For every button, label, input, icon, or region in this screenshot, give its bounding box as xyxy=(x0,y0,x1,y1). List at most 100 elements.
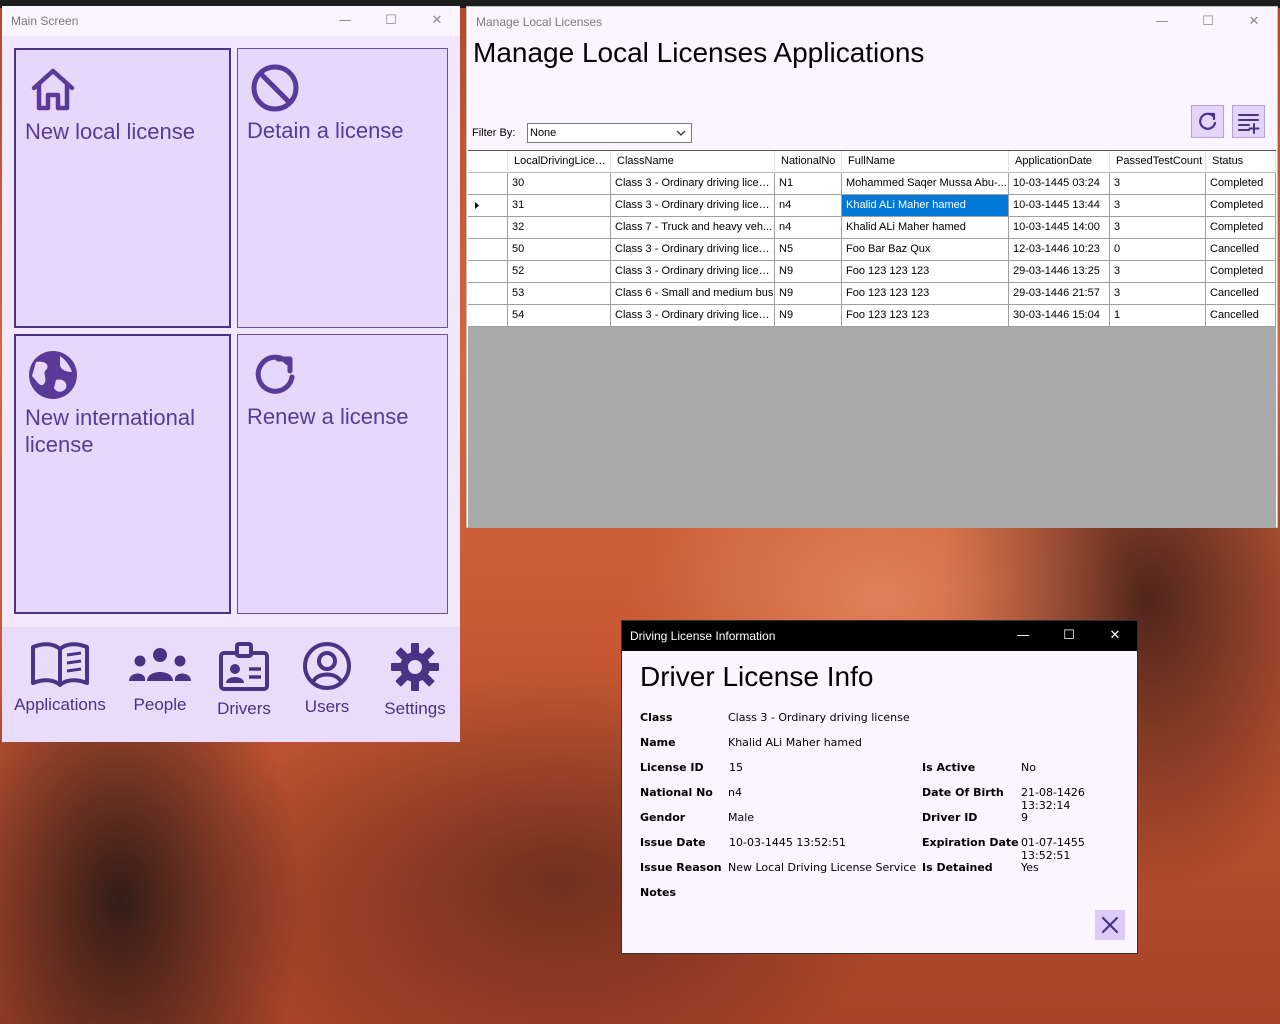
globe-icon xyxy=(29,351,77,399)
table-cell[interactable]: 1 xyxy=(1110,305,1206,327)
table-row[interactable]: 54 Class 3 - Ordinary driving license N9 Fo… xyxy=(468,305,1276,327)
table-cell[interactable]: Khalid ALi Maher hamed xyxy=(842,195,1009,217)
table-cell[interactable]: 32 xyxy=(508,217,611,239)
close-button[interactable]: ✕ xyxy=(1092,621,1138,651)
table-cell[interactable]: 12-03-1446 10:23 xyxy=(1009,239,1110,261)
table-row[interactable]: 52 Class 3 - Ordinary driving license N9 Fo… xyxy=(468,261,1276,283)
table-cell[interactable]: Class 7 - Truck and heavy veh... xyxy=(611,217,775,239)
table-cell[interactable]: Class 3 - Ordinary driving license xyxy=(611,305,775,327)
table-cell[interactable]: Cancelled xyxy=(1206,283,1276,305)
table-cell[interactable]: Completed xyxy=(1206,261,1276,283)
minimize-button[interactable]: — xyxy=(1139,7,1185,37)
table-cell[interactable]: 31 xyxy=(508,195,611,217)
table-cell[interactable]: Cancelled xyxy=(1206,305,1276,327)
table-cell[interactable]: 29-03-1446 13:25 xyxy=(1009,261,1110,283)
field-label: Is Detained xyxy=(922,861,993,874)
info-titlebar[interactable]: Driving License Information — ☐ ✕ xyxy=(622,621,1137,651)
minimize-button[interactable]: — xyxy=(322,6,368,36)
table-cell[interactable]: Foo 123 123 123 xyxy=(842,261,1009,283)
add-application-button[interactable] xyxy=(1232,105,1265,138)
refresh-button[interactable] xyxy=(1191,105,1224,138)
table-cell[interactable]: Class 3 - Ordinary driving license xyxy=(611,173,775,195)
table-cell[interactable]: 30-03-1446 15:04 xyxy=(1009,305,1110,327)
maximize-button[interactable]: ☐ xyxy=(368,6,414,36)
main-screen-titlebar[interactable]: Main Screen — ☐ ✕ xyxy=(2,6,460,36)
row-header[interactable] xyxy=(468,195,508,217)
table-cell[interactable]: n4 xyxy=(775,217,842,239)
table-row[interactable]: 32 Class 7 - Truck and heavy veh... n4 Khal… xyxy=(468,217,1276,239)
row-header[interactable] xyxy=(468,239,508,261)
table-cell[interactable]: N1 xyxy=(775,173,842,195)
filter-by-select[interactable]: None xyxy=(527,123,692,143)
maximize-button[interactable]: ☐ xyxy=(1185,7,1231,37)
column-header[interactable]: ClassName xyxy=(611,151,775,173)
table-cell[interactable]: 52 xyxy=(508,261,611,283)
table-cell[interactable]: Completed xyxy=(1206,217,1276,239)
table-cell[interactable]: 30 xyxy=(508,173,611,195)
table-cell[interactable]: Foo 123 123 123 xyxy=(842,305,1009,327)
manage-titlebar[interactable]: Manage Local Licenses — ☐ ✕ xyxy=(467,7,1277,37)
table-row[interactable]: 31 Class 3 - Ordinary driving license n4 Kh… xyxy=(468,195,1276,217)
nav-applications[interactable]: Applications xyxy=(12,641,108,715)
row-header[interactable] xyxy=(468,305,508,327)
table-cell[interactable]: Class 6 - Small and medium bus xyxy=(611,283,775,305)
nav-users[interactable]: Users xyxy=(295,641,359,717)
tile-new-international-license[interactable]: New international license xyxy=(14,334,231,614)
table-cell[interactable]: Completed xyxy=(1206,173,1276,195)
current-row-arrow-icon xyxy=(475,202,479,209)
table-cell[interactable]: 3 xyxy=(1110,283,1206,305)
close-button[interactable]: ✕ xyxy=(414,6,460,36)
table-cell[interactable]: Mohammed Saqer Mussa Abu-... xyxy=(842,173,1009,195)
table-cell[interactable]: Class 3 - Ordinary driving license xyxy=(611,239,775,261)
table-row[interactable]: 50 Class 3 - Ordinary driving license N5 Fo… xyxy=(468,239,1276,261)
table-cell[interactable]: N9 xyxy=(775,283,842,305)
table-cell[interactable]: Foo Bar Baz Qux xyxy=(842,239,1009,261)
table-cell[interactable]: Class 3 - Ordinary driving license xyxy=(611,195,775,217)
table-cell[interactable]: 3 xyxy=(1110,261,1206,283)
table-cell[interactable]: 0 xyxy=(1110,239,1206,261)
tile-new-local-license[interactable]: New local license xyxy=(14,48,231,328)
nav-drivers[interactable]: Drivers xyxy=(212,641,276,719)
table-cell[interactable]: 10-03-1445 13:44 xyxy=(1009,195,1110,217)
table-cell[interactable]: 54 xyxy=(508,305,611,327)
column-header[interactable]: NationalNo xyxy=(775,151,842,173)
minimize-button[interactable]: — xyxy=(1000,621,1046,651)
table-cell[interactable]: Class 3 - Ordinary driving license xyxy=(611,261,775,283)
table-row[interactable]: 53 Class 6 - Small and medium bus N9 Foo 12… xyxy=(468,283,1276,305)
table-cell[interactable]: 3 xyxy=(1110,217,1206,239)
close-button[interactable]: ✕ xyxy=(1231,7,1277,37)
applications-grid[interactable]: LocalDrivingLicenseA ClassName NationalNo F… xyxy=(468,150,1276,528)
table-cell[interactable]: Foo 123 123 123 xyxy=(842,283,1009,305)
nav-people[interactable]: People xyxy=(124,641,196,715)
maximize-button[interactable]: ☐ xyxy=(1046,621,1092,651)
nav-settings[interactable]: Settings xyxy=(380,641,450,719)
row-header[interactable] xyxy=(468,173,508,195)
table-cell[interactable]: 50 xyxy=(508,239,611,261)
row-header[interactable] xyxy=(468,283,508,305)
table-cell[interactable]: Cancelled xyxy=(1206,239,1276,261)
table-cell[interactable]: N9 xyxy=(775,305,842,327)
tile-renew-license[interactable]: Renew a license xyxy=(237,334,448,614)
table-cell[interactable]: Completed xyxy=(1206,195,1276,217)
table-cell[interactable]: Khalid ALi Maher hamed xyxy=(842,217,1009,239)
table-cell[interactable]: 10-03-1445 03:24 xyxy=(1009,173,1110,195)
table-cell[interactable]: 53 xyxy=(508,283,611,305)
column-header[interactable]: LocalDrivingLicenseA xyxy=(508,151,611,173)
table-cell[interactable]: 10-03-1445 14:00 xyxy=(1009,217,1110,239)
table-row[interactable]: 30 Class 3 - Ordinary driving license N1 Mo… xyxy=(468,173,1276,195)
tile-detain-license[interactable]: Detain a license xyxy=(237,48,448,328)
table-cell[interactable]: n4 xyxy=(775,195,842,217)
column-header[interactable]: Status xyxy=(1206,151,1276,173)
table-cell[interactable]: 29-03-1446 21:57 xyxy=(1009,283,1110,305)
column-header[interactable]: ApplicationDate xyxy=(1009,151,1110,173)
row-header[interactable] xyxy=(468,261,508,283)
column-header[interactable]: PassedTestCount xyxy=(1110,151,1206,173)
table-cell[interactable]: 3 xyxy=(1110,195,1206,217)
close-info-button[interactable] xyxy=(1095,910,1125,940)
row-header[interactable] xyxy=(468,217,508,239)
table-cell[interactable]: 3 xyxy=(1110,173,1206,195)
table-cell[interactable]: N9 xyxy=(775,261,842,283)
table-cell[interactable]: N5 xyxy=(775,239,842,261)
column-header[interactable]: FullName xyxy=(842,151,1009,173)
window-title: Main Screen xyxy=(11,14,79,28)
